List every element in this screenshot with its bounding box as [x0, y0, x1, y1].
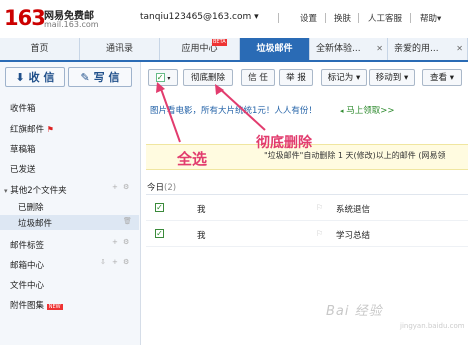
arrow-head-icon	[156, 82, 165, 93]
watermark-url: jingyan.baidu.com	[400, 322, 465, 330]
annotation-delete-forever: 彻底删除	[256, 135, 312, 151]
watermark: Bai 经验	[326, 304, 383, 319]
annotation-arrows	[156, 82, 266, 143]
annotation-select-all: 全选	[177, 150, 208, 168]
arrow-line	[159, 85, 181, 143]
arrow-line	[218, 87, 266, 131]
arrow-head-icon	[215, 84, 224, 95]
